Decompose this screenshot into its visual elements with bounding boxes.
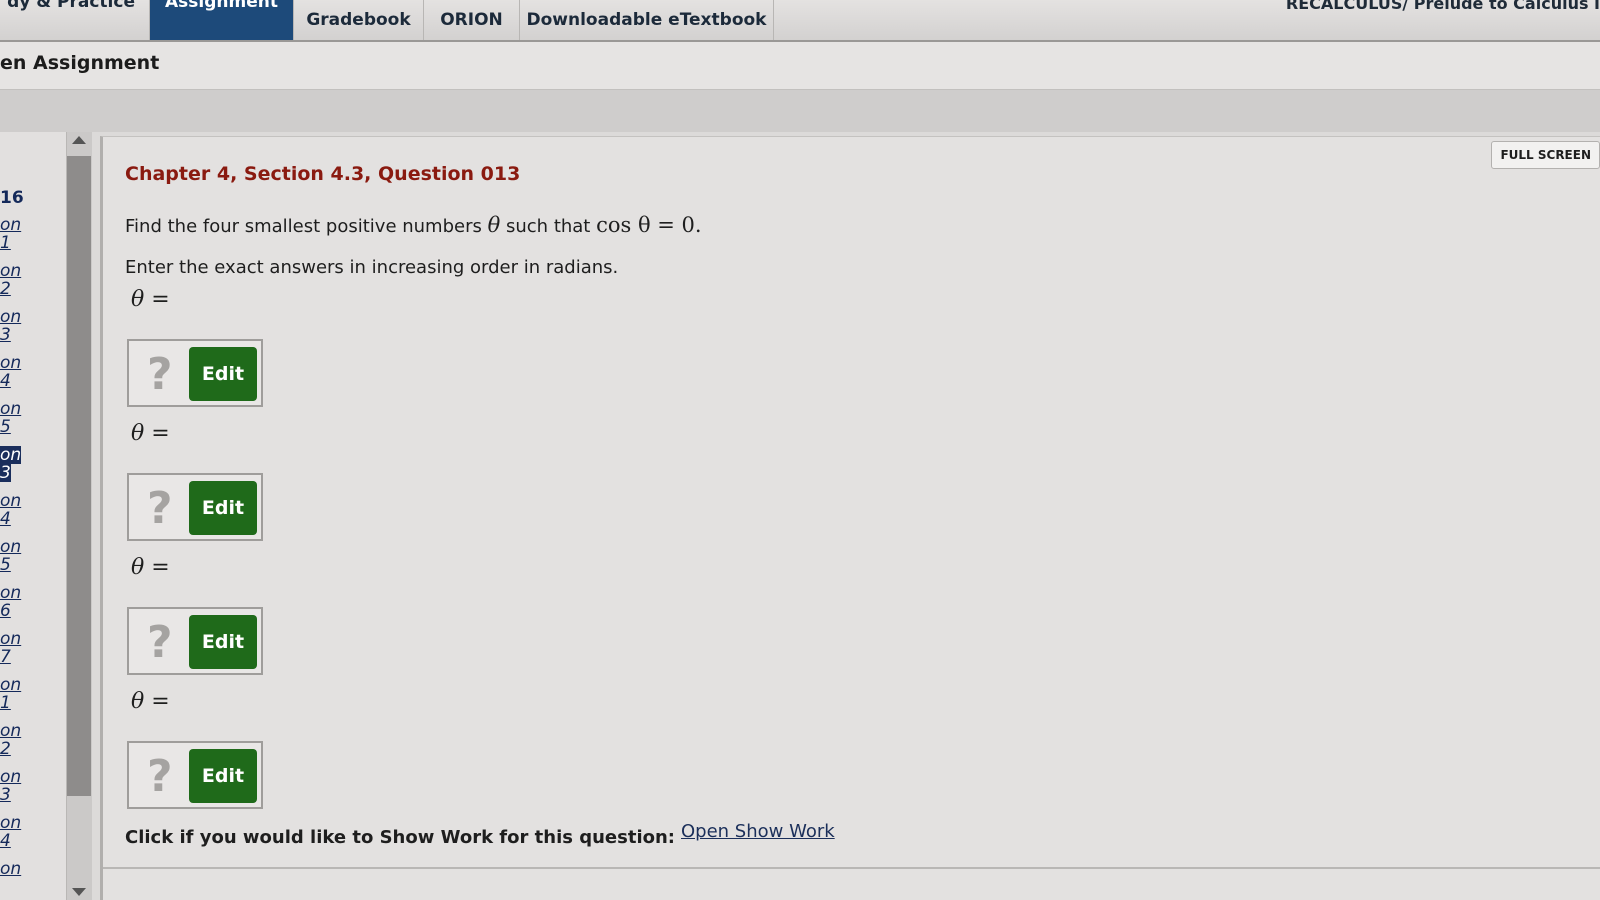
- answer-field[interactable]: ? Edit: [127, 607, 263, 675]
- question-link-label: on: [0, 675, 22, 695]
- header-band: [0, 90, 1600, 132]
- answer-field[interactable]: ? Edit: [127, 741, 263, 809]
- question-link-label: on: [0, 261, 22, 281]
- prompt-text-mid: such that: [506, 216, 591, 237]
- scroll-up-arrow-icon[interactable]: [72, 136, 86, 144]
- answer-field[interactable]: ? Edit: [127, 473, 263, 541]
- question-link[interactable]: on 2: [0, 722, 60, 758]
- scroll-thumb[interactable]: [67, 156, 91, 796]
- question-link-label: on: [0, 767, 22, 787]
- question-mark-icon: ?: [147, 751, 173, 802]
- question-list-header: 16: [0, 188, 24, 208]
- show-work-prompt: Click if you would like to Show Work for…: [125, 827, 675, 848]
- scroll-down-arrow-icon[interactable]: [72, 888, 86, 896]
- question-link-number: 1: [0, 233, 11, 253]
- question-link-label: on: [0, 537, 22, 557]
- answer-field[interactable]: ? Edit: [127, 339, 263, 407]
- full-screen-button[interactable]: FULL SCREEN: [1491, 141, 1600, 169]
- question-link-label: on: [0, 491, 22, 511]
- question-list-scrollbar[interactable]: [66, 132, 92, 900]
- open-show-work-link[interactable]: Open Show Work: [681, 821, 835, 842]
- question-link-label: on: [0, 353, 22, 373]
- question-link[interactable]: on 2: [0, 262, 60, 298]
- divider: [103, 867, 1600, 869]
- question-instructions: Enter the exact answers in increasing or…: [125, 257, 619, 278]
- question-link-label: on: [0, 445, 22, 465]
- question-link-label: on: [0, 583, 22, 603]
- question-link[interactable]: on 4: [0, 492, 60, 528]
- question-link[interactable]: on 6: [0, 584, 60, 620]
- prompt-theta-symbol: θ: [487, 213, 501, 237]
- question-link-label: on: [0, 813, 22, 833]
- edit-button[interactable]: Edit: [189, 615, 257, 669]
- question-link-label: on: [0, 215, 22, 235]
- top-nav: dy & Practice Assignment Gradebook ORION…: [0, 0, 1600, 42]
- question-link-number: 1: [0, 693, 11, 713]
- question-mark-icon: ?: [147, 349, 173, 400]
- prompt-theta: θ: [488, 213, 501, 237]
- question-link-number: 2: [0, 279, 11, 299]
- question-mark-icon: ?: [147, 617, 173, 668]
- breadcrumb: en Assignment: [0, 42, 1600, 90]
- answer-label: θ =: [131, 287, 170, 312]
- question-link-number: 6: [0, 601, 11, 621]
- question-link-number: 4: [0, 509, 11, 529]
- question-mark-icon: ?: [147, 483, 173, 534]
- question-link-label: on: [0, 859, 22, 879]
- question-link[interactable]: on 4: [0, 354, 60, 390]
- question-link-label: on: [0, 399, 22, 419]
- question-link-number: 3: [0, 463, 11, 483]
- tab-gradebook[interactable]: Gradebook: [294, 0, 424, 40]
- tab-study-practice[interactable]: dy & Practice: [0, 0, 150, 40]
- question-link[interactable]: on 1: [0, 216, 60, 252]
- question-list: 16 on 1 on 2 on 3 on 4 on 5 on 3 on 4 on 5 on 6 o…: [0, 132, 66, 900]
- question-link-number: 4: [0, 831, 11, 851]
- edit-button[interactable]: Edit: [189, 481, 257, 535]
- question-link[interactable]: on 3: [0, 308, 60, 344]
- question-link[interactable]: on 1: [0, 676, 60, 712]
- edit-button[interactable]: Edit: [189, 347, 257, 401]
- question-panel: FULL SCREEN Chapter 4, Section 4.3, Ques…: [100, 136, 1600, 900]
- question-link-label: on: [0, 629, 22, 649]
- edit-button[interactable]: Edit: [189, 749, 257, 803]
- question-link-number: 4: [0, 371, 11, 391]
- question-link-number: 2: [0, 739, 11, 759]
- question-link-number: 3: [0, 325, 11, 345]
- question-link-number: 5: [0, 555, 11, 575]
- question-title: Chapter 4, Section 4.3, Question 013: [125, 163, 521, 185]
- question-link[interactable]: on 5: [0, 538, 60, 574]
- question-link[interactable]: on 4: [0, 814, 60, 850]
- answer-label: θ =: [131, 689, 170, 714]
- prompt-text: Find the four smallest positive numbers: [125, 216, 482, 237]
- question-prompt: Find the four smallest positive numbers …: [125, 213, 702, 237]
- tab-assignment[interactable]: Assignment: [150, 0, 294, 40]
- answer-label: θ =: [131, 421, 170, 446]
- question-link[interactable]: on 5: [0, 400, 60, 436]
- page-title: en Assignment: [0, 52, 160, 74]
- tab-etextbook[interactable]: Downloadable eTextbook: [520, 0, 774, 40]
- course-title: RECALCULUS/ Prelude to Calculus I: [1285, 0, 1600, 13]
- question-link-label: on: [0, 721, 22, 741]
- question-link-current[interactable]: on 3: [0, 446, 60, 482]
- question-link[interactable]: on: [0, 860, 60, 878]
- question-link-number: 7: [0, 647, 11, 667]
- answer-label: θ =: [131, 555, 170, 580]
- question-link-label: on: [0, 307, 22, 327]
- question-link-number: 3: [0, 785, 11, 805]
- question-link[interactable]: on 3: [0, 768, 60, 804]
- prompt-equation: cos θ = 0.: [596, 213, 702, 237]
- tab-orion[interactable]: ORION: [424, 0, 520, 40]
- question-link[interactable]: on 7: [0, 630, 60, 666]
- question-link-number: 5: [0, 417, 11, 437]
